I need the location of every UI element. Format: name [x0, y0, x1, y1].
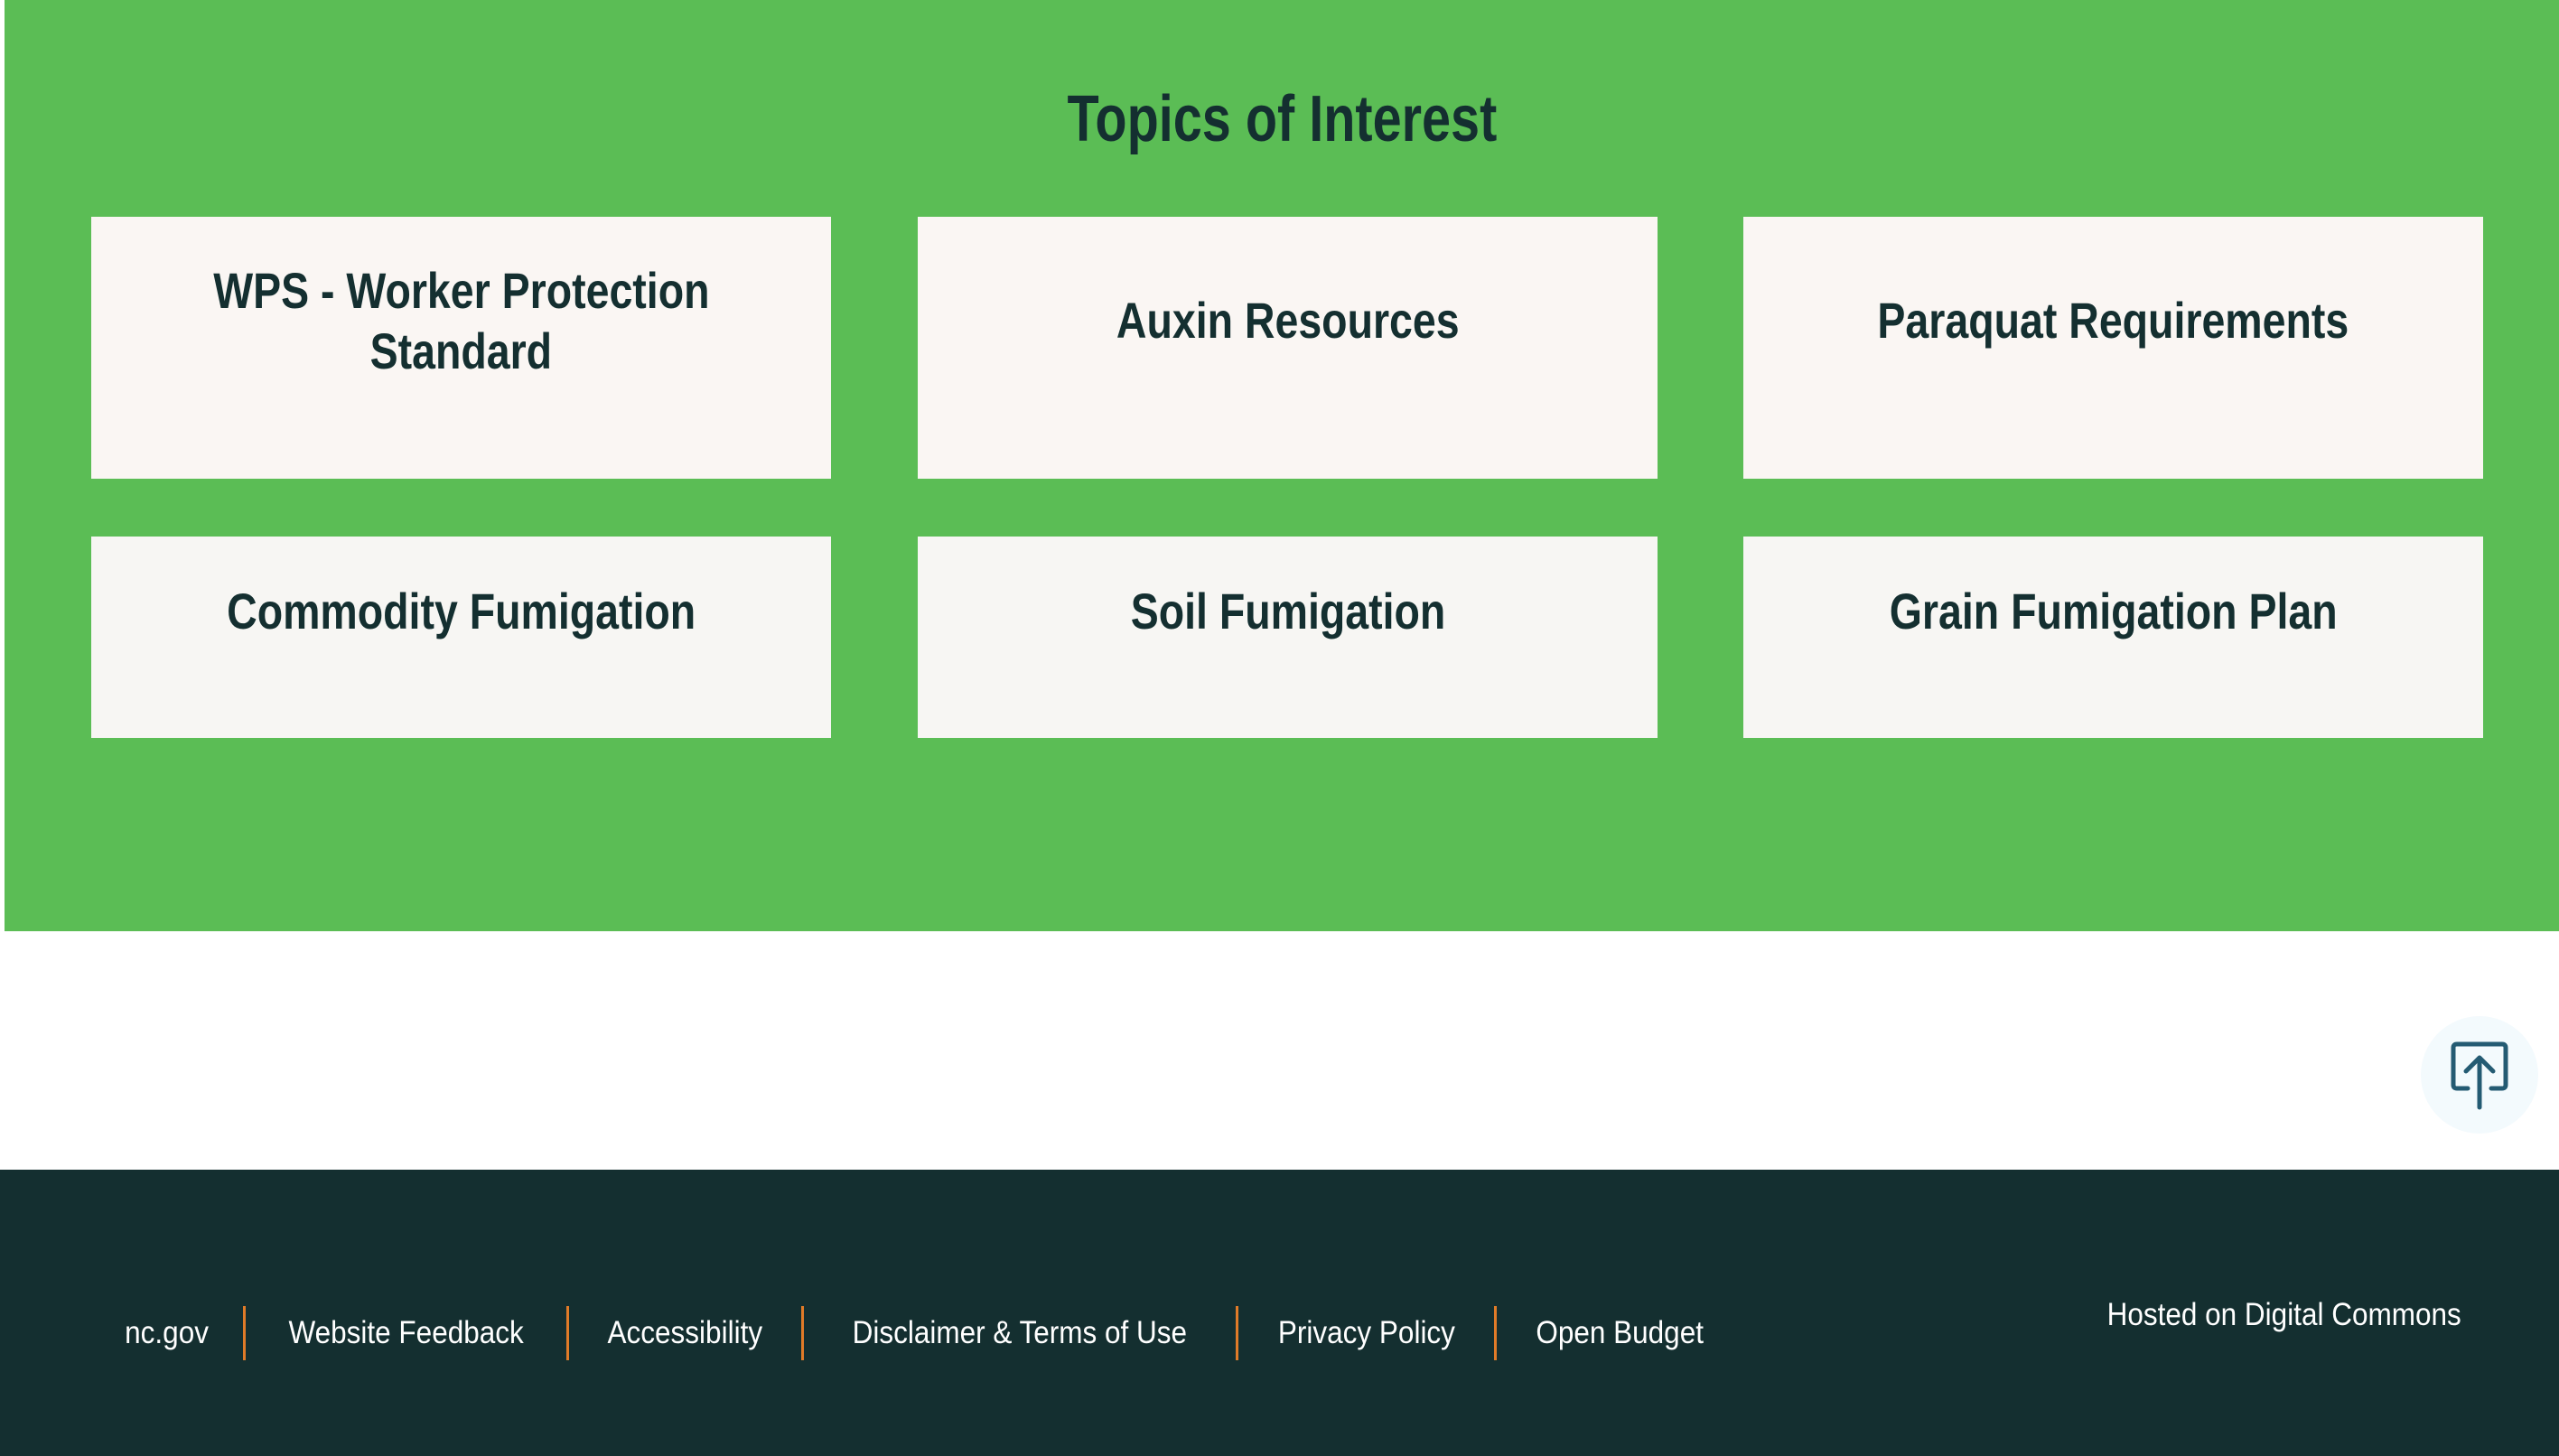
- footer-link-website-feedback[interactable]: Website Feedback: [243, 1306, 566, 1360]
- topic-card-title-line: Grain Fumigation Plan: [1889, 583, 2338, 639]
- footer-link-label: Privacy Policy: [1277, 1315, 1455, 1350]
- topic-card-title: Soil Fumigation: [936, 581, 1639, 641]
- footer-link-disclaimer-terms[interactable]: Disclaimer & Terms of Use: [800, 1306, 1236, 1360]
- topic-card-title-line: WPS - Worker Protection: [212, 262, 710, 319]
- topic-card-grain-fumigation-plan[interactable]: Grain Fumigation Plan: [1743, 537, 2483, 738]
- footer-link-open-budget[interactable]: Open Budget: [1494, 1306, 1742, 1360]
- footer-link-privacy-policy[interactable]: Privacy Policy: [1235, 1306, 1495, 1360]
- topic-card-title: Grain Fumigation Plan: [1761, 581, 2465, 641]
- scroll-to-top-button[interactable]: [2421, 1016, 2538, 1134]
- footer-link-accessibility[interactable]: Accessibility: [566, 1306, 801, 1360]
- topics-of-interest-section: Topics of Interest WPS - Worker Protecti…: [5, 0, 2559, 931]
- topic-card-title-line: Soil Fumigation: [1130, 583, 1445, 639]
- topic-card-title: Paraquat Requirements: [1761, 290, 2465, 350]
- topic-card-title-line: Commodity Fumigation: [226, 583, 696, 639]
- topic-card-title: Commodity Fumigation: [109, 581, 813, 641]
- footer-link-label: Disclaimer & Terms of Use: [852, 1315, 1188, 1350]
- footer-nav: nc.gov Website Feedback Accessibility Di…: [90, 1306, 1743, 1360]
- topic-card-soil-fumigation[interactable]: Soil Fumigation: [918, 537, 1658, 738]
- topic-card-title-line: Standard: [369, 322, 553, 379]
- topic-card-paraquat[interactable]: Paraquat Requirements: [1743, 217, 2483, 479]
- page: Topics of Interest WPS - Worker Protecti…: [0, 0, 2559, 1456]
- hosted-label: Hosted on Digital Commons: [2106, 1297, 2461, 1332]
- topic-card-title-line: Paraquat Requirements: [1877, 292, 2349, 349]
- topic-card-commodity-fumigation[interactable]: Commodity Fumigation: [91, 537, 831, 738]
- topic-card-title: WPS - Worker Protection Standard: [109, 260, 813, 381]
- footer-link-label: Website Feedback: [288, 1315, 524, 1350]
- hosted-on-digital-commons-link[interactable]: Hosted on Digital Commons: [2068, 1297, 2461, 1333]
- section-title-text: Topics of Interest: [1067, 83, 1497, 155]
- site-footer: nc.gov Website Feedback Accessibility Di…: [0, 1170, 2559, 1456]
- footer-link-label: nc.gov: [125, 1315, 209, 1350]
- footer-link-label: Accessibility: [607, 1315, 763, 1350]
- section-title: Topics of Interest: [5, 83, 2559, 155]
- topic-card-wps[interactable]: WPS - Worker Protection Standard: [91, 217, 831, 479]
- topic-card-title-line: Auxin Resources: [1116, 292, 1460, 349]
- footer-link-label: Open Budget: [1536, 1315, 1704, 1350]
- topic-card-title: Auxin Resources: [936, 290, 1639, 350]
- topic-card-auxin[interactable]: Auxin Resources: [918, 217, 1658, 479]
- footer-link-nc-gov[interactable]: nc.gov: [90, 1306, 243, 1360]
- scroll-to-top-icon: [2451, 1041, 2508, 1110]
